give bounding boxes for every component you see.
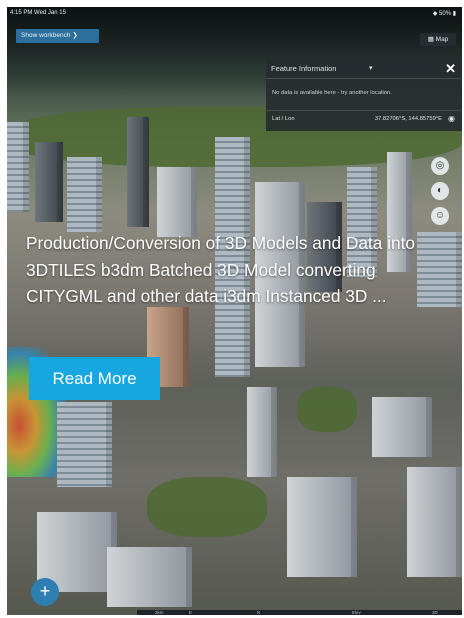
map-button-label: Map	[435, 36, 449, 43]
people-icon[interactable]: ☺	[431, 207, 449, 225]
overlay-description: Production/Conversion of 3D Models and D…	[26, 233, 416, 306]
elevation-label: Elev	[352, 610, 361, 615]
map-button[interactable]: ▦ Map	[420, 33, 456, 46]
page-frame: 4:15 PM Wed Jan 15 ◆ 50% ▮ Show workbenc…	[0, 0, 464, 618]
map-icon: ▦	[427, 36, 434, 43]
feature-information-panel: Feature Information ▾ ✕ No data is avail…	[266, 60, 462, 131]
park-area	[297, 387, 357, 432]
building	[247, 387, 277, 477]
feature-panel-header[interactable]: Feature Information ▾ ✕	[266, 60, 462, 79]
park-area	[147, 477, 267, 537]
building	[57, 402, 112, 487]
chevron-down-icon[interactable]: ▾	[369, 64, 373, 72]
show-workbench-button[interactable]: Show workbench ❯	[16, 29, 99, 43]
lat-lon-row: Lat / Lon 37.82706°S, 144.85759°E ◉	[266, 110, 462, 129]
chevron-right-icon: ❯	[72, 32, 78, 39]
feature-panel-title: Feature Information	[271, 64, 337, 73]
building	[372, 397, 432, 457]
map-viewport[interactable]: 4:15 PM Wed Jan 15 ◆ 50% ▮ Show workbenc…	[7, 7, 462, 615]
show-workbench-label: Show workbench	[21, 32, 71, 39]
building	[7, 122, 29, 212]
status-time: 4:15 PM Wed Jan 15	[10, 10, 66, 16]
building	[407, 467, 462, 577]
close-icon[interactable]: ✕	[445, 61, 456, 77]
building	[157, 167, 197, 237]
status-bar: 4:15 PM Wed Jan 15 ◆ 50% ▮	[7, 7, 462, 19]
scale-label: 2km	[155, 610, 164, 615]
compass-icon[interactable]: ◎	[431, 157, 449, 175]
building	[127, 117, 149, 227]
status-battery: ◆ 50% ▮	[432, 11, 456, 17]
building	[287, 477, 357, 577]
navigation-controls: ◎ ◐ ☺	[431, 157, 453, 232]
feature-panel-message: No data is available here - try another …	[272, 90, 392, 96]
building	[67, 157, 102, 232]
add-fab-button[interactable]: +	[31, 578, 59, 606]
location-pin-icon[interactable]: ◉	[448, 114, 455, 123]
building	[107, 547, 192, 607]
lat-lon-label: Lat / Lon	[272, 116, 295, 122]
read-more-button[interactable]: Read More	[29, 357, 160, 400]
zoom-icon[interactable]: ◐	[431, 182, 449, 200]
bottom-status-bar: 2km E N Elev 3D	[137, 610, 462, 615]
building	[35, 142, 63, 222]
bottom-bar-item: N	[257, 610, 261, 615]
bottom-bar-item: E	[189, 610, 193, 615]
view-mode-label: 3D	[432, 610, 438, 615]
lat-lon-value: 37.82706°S, 144.85759°E	[374, 116, 442, 122]
